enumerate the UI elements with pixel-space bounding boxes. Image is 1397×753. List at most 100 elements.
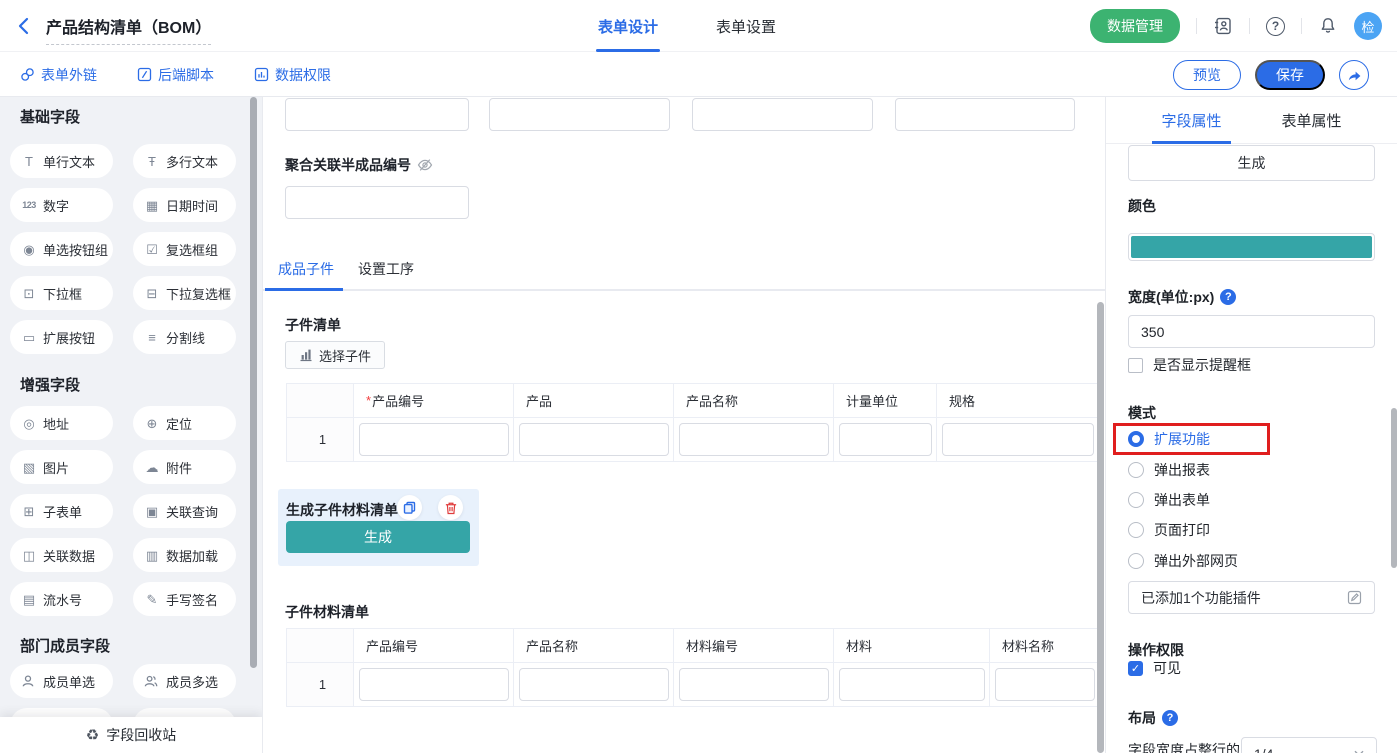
tab-form-properties[interactable]: 表单属性 <box>1282 97 1342 143</box>
field-pill-radio-group[interactable]: ◉单选按钮组 <box>10 232 113 266</box>
field-recycle-bin[interactable]: ♻ 字段回收站 <box>0 717 262 753</box>
tab-field-properties[interactable]: 字段属性 <box>1161 97 1221 143</box>
edit-pencil-icon[interactable] <box>1347 590 1362 605</box>
radio-icon[interactable] <box>1128 553 1144 569</box>
mode-option-extend[interactable]: 扩展功能 <box>1128 429 1210 449</box>
data-manage-button[interactable]: 数据管理 <box>1090 9 1180 43</box>
field-pill-attachment[interactable]: ☁附件 <box>133 450 236 484</box>
field-pill-number[interactable]: 123数字 <box>10 188 113 222</box>
visible-checkbox-row[interactable]: ✓ 可见 <box>1128 658 1181 678</box>
user-avatar[interactable]: 检 <box>1354 12 1382 40</box>
form-toolbar: 表单外链 后端脚本 数据权限 预览 保存 <box>0 52 1397 97</box>
plugin-field[interactable]: 已添加1个功能插件 <box>1128 581 1375 614</box>
field-pill-extend-button[interactable]: ▭扩展按钮 <box>10 320 113 354</box>
calendar-icon: ▦ <box>144 199 160 212</box>
form-field-input[interactable] <box>895 98 1075 131</box>
cell-input[interactable] <box>679 668 829 701</box>
field-pill-relation-query[interactable]: ▣关联查询 <box>133 494 236 528</box>
field-pill-subform[interactable]: ⊞子表单 <box>10 494 113 528</box>
subform1-table: *产品编号 产品 产品名称 计量单位 规格 1 <box>286 383 1098 462</box>
selected-widget-generate[interactable]: 生成子件材料清单 生成 <box>278 489 479 566</box>
data-permission-link[interactable]: 数据权限 <box>254 65 331 85</box>
cell-input[interactable] <box>359 668 509 701</box>
hidden-field-input[interactable] <box>285 186 469 219</box>
delete-widget-button[interactable] <box>438 495 463 520</box>
backend-script-link[interactable]: 后端脚本 <box>137 65 214 85</box>
eye-off-icon[interactable] <box>417 157 433 173</box>
field-pill-single-line-text[interactable]: T单行文本 <box>10 144 113 178</box>
form-field-input[interactable] <box>692 98 873 131</box>
field-pill-dropdown[interactable]: ⊡下拉框 <box>10 276 113 310</box>
cell-input[interactable] <box>359 423 509 456</box>
canvas-scrollbar[interactable] <box>1097 302 1104 753</box>
field-pill-divider-line[interactable]: ≡分割线 <box>133 320 236 354</box>
field-pill-serial-number[interactable]: ▤流水号 <box>10 582 113 616</box>
row-number-header <box>287 629 354 662</box>
reminder-checkbox-row[interactable]: 是否显示提醒框 <box>1128 355 1251 375</box>
form-external-link[interactable]: 表单外链 <box>20 65 97 85</box>
tab-finished-subparts[interactable]: 成品子件 <box>278 257 334 281</box>
field-pill-multi-dropdown[interactable]: ⊟下拉复选框 <box>133 276 236 310</box>
col-header: 材料名称 <box>990 629 1098 662</box>
tab-form-design[interactable]: 表单设计 <box>598 0 658 52</box>
form-canvas: 聚合关联半成品编号 成品子件 设置工序 子件清单 选择子件 *产品编号 产品 产… <box>262 97 1105 753</box>
cell-input[interactable] <box>942 423 1094 456</box>
col-header: *产品编号 <box>354 384 514 417</box>
color-picker[interactable] <box>1128 233 1375 261</box>
width-help-icon[interactable]: ? <box>1220 289 1236 305</box>
generate-button[interactable]: 生成 <box>286 521 470 553</box>
cell-input[interactable] <box>839 423 932 456</box>
radio-icon[interactable] <box>1128 462 1144 478</box>
field-pill-relation-data[interactable]: ◫关联数据 <box>10 538 113 572</box>
field-pill-member-multi[interactable]: 成员多选 <box>133 664 236 698</box>
cell-input[interactable] <box>839 668 985 701</box>
copy-widget-button[interactable] <box>397 495 422 520</box>
select-subpart-button[interactable]: 选择子件 <box>285 341 385 369</box>
cell-input[interactable] <box>679 423 829 456</box>
mode-option-popup-external[interactable]: 弹出外部网页 <box>1128 551 1238 571</box>
field-pill-datetime[interactable]: ▦日期时间 <box>133 188 236 222</box>
field-pill-member-single[interactable]: 成员单选 <box>10 664 113 698</box>
changelog-book-icon[interactable] <box>1213 16 1233 36</box>
basic-fields-group: T单行文本 Ŧ多行文本 123数字 ▦日期时间 ◉单选按钮组 ☑复选框组 ⊡下拉… <box>10 144 256 354</box>
mode-option-page-print[interactable]: 页面打印 <box>1128 520 1210 540</box>
cell-input[interactable] <box>519 668 669 701</box>
share-button[interactable] <box>1339 60 1369 90</box>
width-input[interactable] <box>1128 315 1375 348</box>
visible-checkbox[interactable]: ✓ <box>1128 661 1143 676</box>
field-pill-location[interactable]: ⊕定位 <box>133 406 236 440</box>
field-pill-multi-line-text[interactable]: Ŧ多行文本 <box>133 144 236 178</box>
cell-input[interactable] <box>995 668 1095 701</box>
mode-option-popup-form[interactable]: 弹出表单 <box>1128 490 1210 510</box>
page-title[interactable]: 产品结构清单（BOM） <box>46 14 211 45</box>
sidebar-scrollbar[interactable] <box>250 97 257 668</box>
save-button[interactable]: 保存 <box>1255 60 1325 90</box>
tab-form-settings[interactable]: 表单设置 <box>716 0 776 52</box>
row-number-cell: 1 <box>287 418 354 461</box>
panel-scrollbar[interactable] <box>1391 408 1397 568</box>
field-pill-checkbox-group[interactable]: ☑复选框组 <box>133 232 236 266</box>
multi-dropdown-icon: ⊟ <box>144 287 160 300</box>
form-field-input[interactable] <box>285 98 469 131</box>
reminder-checkbox[interactable] <box>1128 358 1143 373</box>
mode-option-popup-report[interactable]: 弹出报表 <box>1128 460 1210 480</box>
layout-row-label: 字段宽度占整行的 <box>1128 740 1240 753</box>
layout-help-icon[interactable]: ? <box>1162 710 1178 726</box>
subform1-header-row: *产品编号 产品 产品名称 计量单位 规格 <box>287 384 1098 418</box>
field-pill-address[interactable]: ◎地址 <box>10 406 113 440</box>
notification-bell-icon[interactable] <box>1318 16 1338 36</box>
preview-button[interactable]: 预览 <box>1173 60 1241 90</box>
form-field-input[interactable] <box>489 98 670 131</box>
back-button[interactable] <box>14 15 36 37</box>
help-icon[interactable]: ? <box>1266 17 1285 36</box>
button-text-preview[interactable]: 生成 <box>1128 145 1375 181</box>
cell-input[interactable] <box>519 423 669 456</box>
radio-icon[interactable] <box>1128 522 1144 538</box>
tab-process-setup[interactable]: 设置工序 <box>358 257 414 281</box>
layout-fraction-select[interactable]: 1/4 <box>1241 737 1377 753</box>
field-pill-signature[interactable]: ✎手写签名 <box>133 582 236 616</box>
field-pill-data-load[interactable]: ▥数据加载 <box>133 538 236 572</box>
radio-selected-icon[interactable] <box>1128 431 1144 447</box>
radio-icon[interactable] <box>1128 492 1144 508</box>
field-pill-image[interactable]: ▧图片 <box>10 450 113 484</box>
